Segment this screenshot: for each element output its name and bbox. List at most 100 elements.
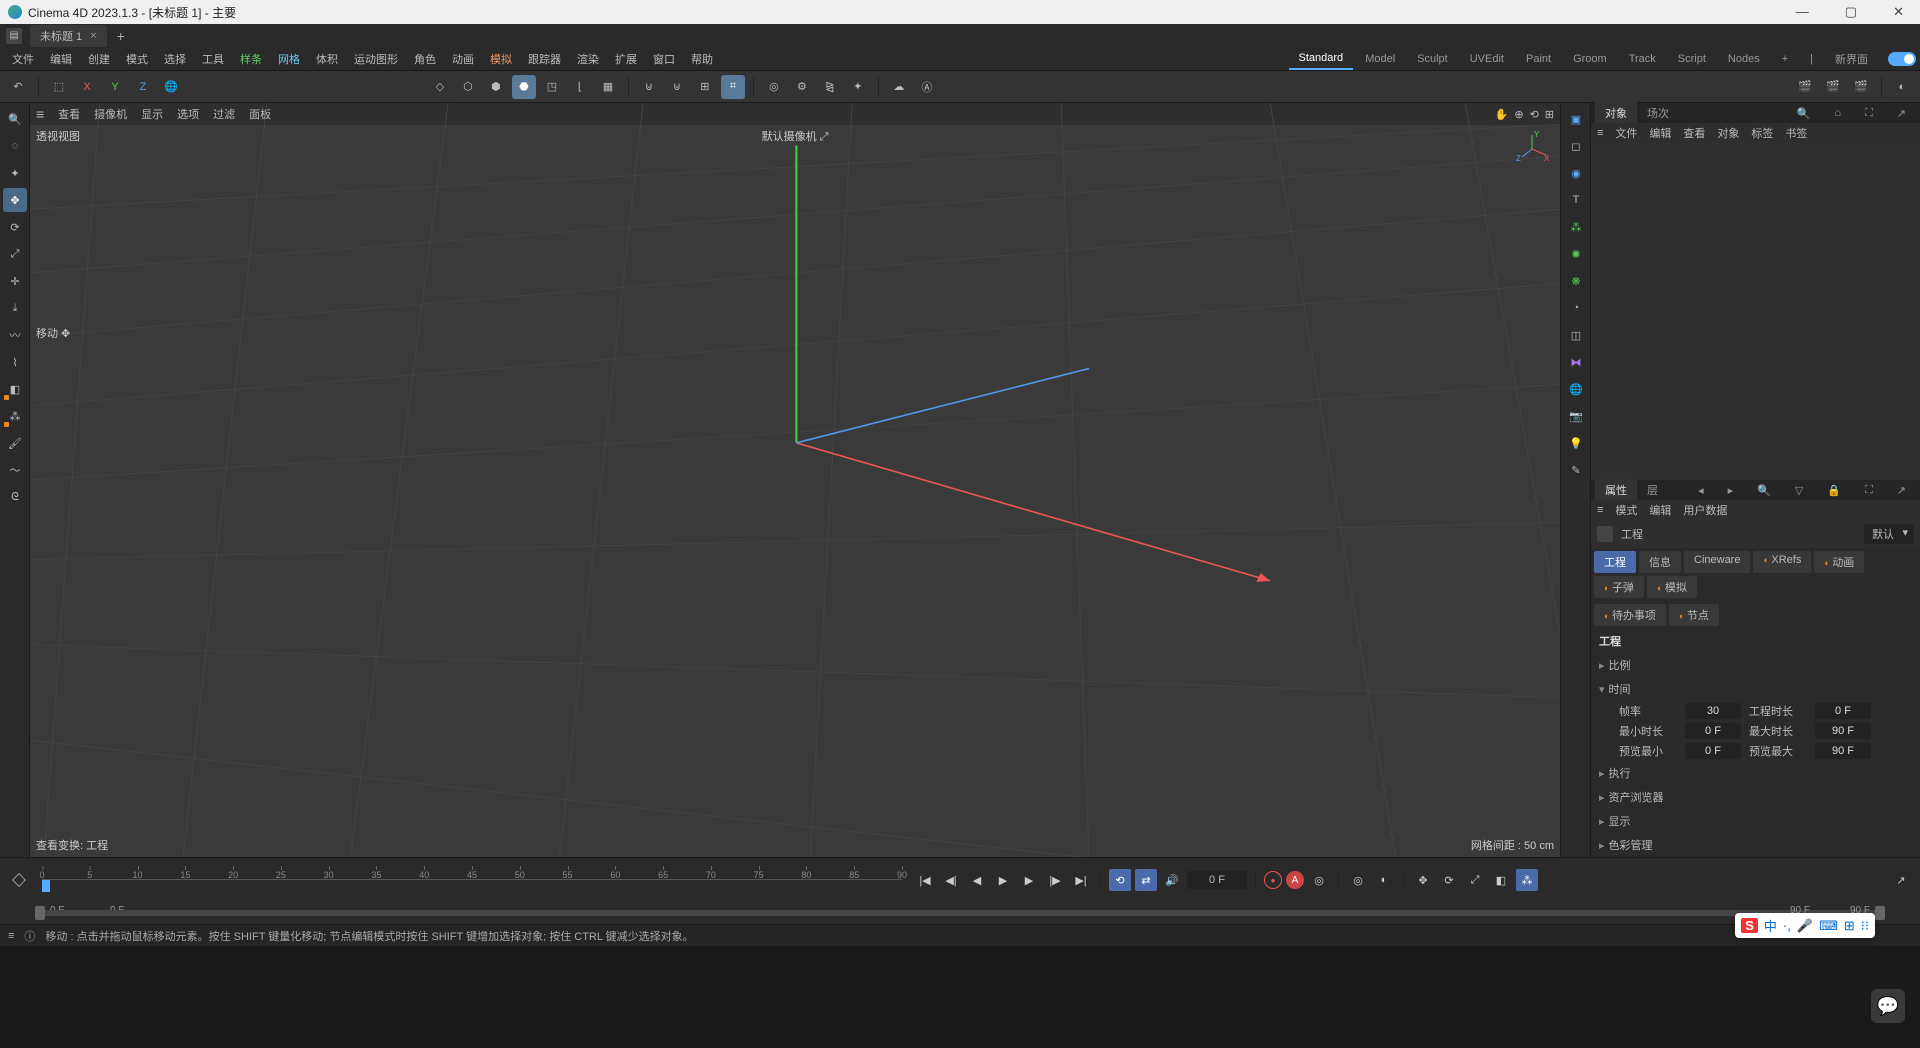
layers-tab[interactable]: 层: [1637, 479, 1668, 501]
search-tool[interactable]: 🔍: [3, 107, 27, 131]
soft-select-button[interactable]: ✦: [846, 75, 870, 99]
prev-frame-button[interactable]: ◀: [966, 869, 988, 891]
goto-end-button[interactable]: ▶|: [1070, 869, 1092, 891]
obj-search-icon[interactable]: 🔍: [1787, 104, 1821, 123]
coord-system-button[interactable]: ⬚: [47, 75, 71, 99]
attr-cat-动画[interactable]: 动画: [1814, 551, 1864, 573]
record-button[interactable]: ●: [1264, 871, 1282, 889]
key-mode-4[interactable]: ◧: [1490, 869, 1512, 891]
menu-运动图形[interactable]: 运动图形: [346, 47, 406, 70]
scale-tool[interactable]: ⤢: [3, 242, 27, 266]
attr-menu-mode[interactable]: 模式: [1615, 502, 1637, 518]
loop-button[interactable]: ⟲: [1109, 869, 1131, 891]
generator-button[interactable]: ◫: [1564, 323, 1588, 347]
symmetry-button[interactable]: ⧎: [818, 75, 842, 99]
attr-field[interactable]: 0 F: [1685, 743, 1741, 759]
menu-渲染[interactable]: 渲染: [569, 47, 607, 70]
ime-more-icon[interactable]: ⁝⁝: [1861, 918, 1869, 934]
viewport-mini-axes[interactable]: YXZ: [1514, 131, 1550, 167]
axis-y-toggle[interactable]: Y: [103, 75, 127, 99]
sel-mode-2[interactable]: ⬡: [456, 75, 480, 99]
document-tab-close-button[interactable]: ×: [90, 30, 96, 42]
mesh-tool-1[interactable]: ◧: [3, 377, 27, 401]
file-menu-icon[interactable]: ▤: [6, 28, 22, 44]
lasso-tool[interactable]: ✦: [3, 161, 27, 185]
picture-viewer-button[interactable]: ◐: [1890, 75, 1914, 99]
ime-keyboard-icon[interactable]: ⌨: [1819, 918, 1838, 934]
ime-toolbar[interactable]: S 中 ·, 🎤 ⌨ ⊞ ⁝⁝: [1735, 913, 1875, 938]
field-button[interactable]: ❋: [1564, 269, 1588, 293]
attr-popout-icon[interactable]: ↗: [1887, 481, 1916, 500]
layout-tab-script[interactable]: Script: [1668, 49, 1716, 69]
menu-角色[interactable]: 角色: [406, 47, 444, 70]
obj-popout-icon[interactable]: ↗: [1887, 104, 1916, 123]
goto-start-button[interactable]: |◀: [914, 869, 936, 891]
layout-tab-paint[interactable]: Paint: [1516, 49, 1561, 69]
plane-primitive-button[interactable]: ◻: [1564, 134, 1588, 158]
sel-mode-4[interactable]: ⬣: [512, 75, 536, 99]
paint-tool[interactable]: 🖌: [3, 431, 27, 455]
snap-guide[interactable]: ⌗: [721, 75, 745, 99]
layout-add[interactable]: +: [1772, 49, 1798, 69]
layout-new_ui[interactable]: 新界面: [1825, 47, 1878, 71]
sel-mode-6[interactable]: ⌊: [568, 75, 592, 99]
sel-mode-3[interactable]: ⬢: [484, 75, 508, 99]
light-obj-button[interactable]: 💡: [1564, 431, 1588, 455]
key-mode-2[interactable]: ⟳: [1438, 869, 1460, 891]
menu-体积[interactable]: 体积: [308, 47, 346, 70]
spline-pen-tool[interactable]: 〜: [3, 458, 27, 482]
camera-obj-button[interactable]: 📷: [1564, 404, 1588, 428]
document-tab[interactable]: 未标题 1 ×: [30, 25, 107, 47]
ime-pad-icon[interactable]: ⊞: [1844, 918, 1855, 934]
layout-tab-track[interactable]: Track: [1619, 49, 1666, 69]
snap-1[interactable]: ⊍: [637, 75, 661, 99]
new-ui-toggle[interactable]: [1888, 52, 1916, 66]
sel-mode-5[interactable]: ◳: [540, 75, 564, 99]
menu-选择[interactable]: 选择: [156, 47, 194, 70]
takes-tab[interactable]: 场次: [1637, 102, 1679, 124]
attr-lock-icon[interactable]: 🔒: [1817, 481, 1851, 500]
attr-filter-icon[interactable]: ▽: [1785, 481, 1813, 500]
attr-field[interactable]: 90 F: [1815, 743, 1871, 759]
ime-punct-button[interactable]: ·,: [1783, 918, 1791, 933]
window-minimize-button[interactable]: —: [1788, 4, 1817, 20]
status-info-icon[interactable]: ⓘ: [24, 928, 35, 944]
ime-lang-button[interactable]: 中: [1764, 916, 1777, 935]
obj-menu-view[interactable]: 查看: [1683, 125, 1705, 141]
menu-模拟[interactable]: 模拟: [482, 47, 520, 70]
attr-field[interactable]: 0 F: [1815, 703, 1871, 719]
menu-跟踪器[interactable]: 跟踪器: [520, 47, 569, 70]
attr-field[interactable]: 0 F: [1685, 723, 1741, 739]
menu-扩展[interactable]: 扩展: [607, 47, 645, 70]
menu-模式[interactable]: 模式: [118, 47, 156, 70]
render-settings-button[interactable]: ⚙: [790, 75, 814, 99]
keyframe-marker-button[interactable]: [8, 869, 30, 891]
attr-menu-edit[interactable]: 编辑: [1649, 502, 1671, 518]
attr-group-色彩管理[interactable]: 色彩管理: [1591, 833, 1920, 857]
layout-tab-model[interactable]: Model: [1355, 49, 1405, 69]
layout-tab-uvedit[interactable]: UVEdit: [1460, 49, 1514, 69]
attr-preset-dropdown[interactable]: 默认: [1864, 524, 1914, 544]
axis-z-toggle[interactable]: Z: [131, 75, 155, 99]
obj-home-icon[interactable]: ⌂: [1824, 104, 1851, 123]
viewport-camera-label[interactable]: 默认摄像机 ⤢: [762, 128, 829, 144]
attr-group-时间[interactable]: 时间: [1591, 677, 1920, 701]
layout-tab-nodes[interactable]: Nodes: [1718, 49, 1770, 69]
cloner-button[interactable]: ⁂: [1564, 215, 1588, 239]
sphere-primitive-button[interactable]: ◉: [1564, 161, 1588, 185]
attr-sub-todo[interactable]: 待办事项: [1594, 604, 1666, 626]
attr-group-比例[interactable]: 比例: [1591, 653, 1920, 677]
attr-sub-node[interactable]: 节点: [1669, 604, 1719, 626]
viewport[interactable]: ≡ 查看 摄像机 显示 选项 过滤 面板 ✋ ⊕ ⟲ ⊞: [30, 103, 1560, 857]
cloud-button[interactable]: ☁: [887, 75, 911, 99]
key-pos-button[interactable]: ◎: [1347, 869, 1369, 891]
layout-tab-sculpt[interactable]: Sculpt: [1407, 49, 1458, 69]
layout-tab-standard[interactable]: Standard: [1289, 48, 1354, 70]
obj-menu-tags[interactable]: 标签: [1751, 125, 1773, 141]
preview-range-button[interactable]: ⇄: [1135, 869, 1157, 891]
obj-expand-icon[interactable]: ⛶: [1855, 104, 1883, 123]
effector-button[interactable]: ✺: [1564, 242, 1588, 266]
prev-key-button[interactable]: ◀|: [940, 869, 962, 891]
obj-menu-edit[interactable]: 编辑: [1649, 125, 1671, 141]
add-document-button[interactable]: +: [117, 28, 125, 44]
